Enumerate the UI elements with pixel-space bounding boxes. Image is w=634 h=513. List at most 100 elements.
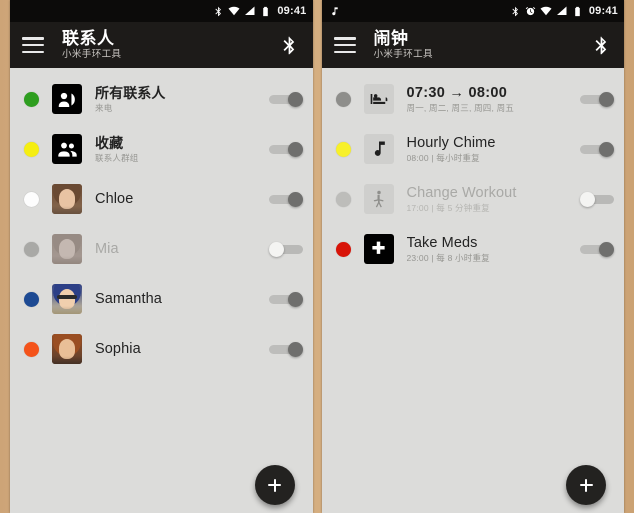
toggle-knob	[287, 191, 303, 207]
plus-icon-vertical	[273, 478, 276, 492]
list-item-title: Change Workout	[406, 185, 517, 201]
list-item-texts: Sophia	[95, 340, 261, 358]
list-item-texts: 07:30 → 08:00 周一, 周二, 周三, 周四, 周五	[407, 84, 573, 114]
page-subtitle: 小米手环工具	[62, 49, 122, 60]
status-bar-clock: 09:41	[588, 5, 618, 17]
contacts-phone-panel: 09:41 联系人 小米手环工具 所有联系人 来电 收藏 联系人群组 Chloe Mia Sama…	[10, 0, 313, 513]
list-item-texts: Take Meds 23:00 | 每 8 小时重复	[407, 234, 573, 264]
list-item-toggle[interactable]	[580, 91, 614, 107]
list-item-texts: Chloe	[95, 190, 261, 208]
list-item-texts: Mia	[95, 240, 261, 258]
avatar	[52, 234, 82, 264]
list-container: 所有联系人 来电收藏 联系人群组 Chloe Mia Samantha Sophia	[10, 68, 313, 513]
center-frame-divider	[313, 0, 322, 513]
status-dot	[24, 141, 39, 157]
list-item-title: Sophia	[95, 341, 141, 357]
list-item-subtitle: 联系人群组	[95, 153, 139, 163]
list-item-title: Chloe	[95, 191, 134, 207]
list-item-texts: Hourly Chime 08:00 | 每小时重复	[407, 134, 573, 164]
list-item-toggle[interactable]	[268, 191, 303, 207]
list-item-toggle[interactable]	[580, 241, 614, 257]
status-dot	[24, 91, 39, 107]
list-item-title: Mia	[95, 241, 119, 257]
signal-icon	[556, 5, 568, 17]
status-dot	[335, 141, 351, 157]
add-button[interactable]	[254, 465, 295, 505]
right-frame-edge	[624, 0, 634, 513]
list-container: 07:30 → 08:00 周一, 周二, 周三, 周四, 周五 Hourly Ch…	[321, 68, 625, 513]
plus-icon-vertical	[585, 478, 587, 492]
list-item-subtitle: 周一, 周二, 周三, 周四, 周五	[406, 103, 514, 113]
toggle-knob	[287, 91, 303, 107]
list-item-toggle[interactable]	[268, 141, 303, 157]
status-dot	[24, 291, 39, 307]
bluetooth-icon[interactable]	[277, 32, 303, 58]
hamburger-menu-icon[interactable]	[22, 37, 44, 53]
status-bar-left	[329, 6, 510, 17]
list-item-texts: 收藏 联系人群组	[95, 134, 261, 164]
status-bar-right: 09:41	[510, 5, 618, 17]
list-item-toggle[interactable]	[268, 91, 303, 107]
list-item-title: Take Meds	[406, 235, 478, 251]
battery-icon	[572, 6, 583, 17]
status-bar-clock: 09:41	[277, 5, 307, 17]
wifi-icon	[228, 5, 240, 17]
toggle-knob	[580, 191, 595, 207]
hamburger-menu-icon[interactable]	[333, 37, 356, 53]
list-item-toggle[interactable]	[580, 141, 614, 157]
list-item-title: Hourly Chime	[406, 135, 496, 151]
list-item-toggle[interactable]	[268, 291, 303, 307]
list-item[interactable]: Chloe	[10, 174, 313, 224]
bluetooth-icon	[213, 6, 224, 17]
dual-screenshot-stage: 09:41 联系人 小米手环工具 所有联系人 来电 收藏 联系人群组 Chloe Mia Sama…	[0, 0, 634, 513]
add-button[interactable]	[566, 465, 606, 505]
bed-icon	[363, 84, 394, 114]
status-bar: 09:41	[321, 0, 624, 22]
toggle-knob	[599, 241, 614, 257]
medical-cross-icon	[363, 234, 394, 264]
list-item[interactable]: Take Meds 23:00 | 每 8 小时重复	[322, 224, 625, 274]
list-item[interactable]: Change Workout 17:00 | 每 5 分钟重复	[322, 174, 625, 224]
list-item-toggle[interactable]	[268, 241, 303, 257]
favorites-group-icon	[52, 134, 82, 164]
status-dot	[335, 241, 351, 257]
toggle-knob	[287, 341, 303, 357]
app-bar-titles: 闹钟 小米手环工具	[374, 29, 589, 61]
list-item-subtitle: 23:00 | 每 8 小时重复	[406, 253, 490, 263]
status-dot	[24, 191, 39, 207]
list-item-title: 07:30 → 08:00	[406, 85, 508, 101]
avatar	[52, 334, 82, 364]
list-item-texts: Samantha	[95, 290, 261, 308]
list-item[interactable]: Samantha	[10, 274, 313, 324]
status-dot	[335, 91, 351, 107]
status-bar-right: 09:41	[213, 5, 306, 17]
app-bar: 闹钟 小米手环工具	[321, 22, 624, 68]
list-item-subtitle: 17:00 | 每 5 分钟重复	[406, 203, 490, 213]
avatar	[52, 184, 82, 214]
wifi-icon	[540, 5, 552, 17]
page-subtitle: 小米手环工具	[373, 49, 433, 60]
bluetooth-icon	[510, 6, 521, 17]
list-item[interactable]: 收藏 联系人群组	[10, 124, 313, 174]
left-frame-edge	[0, 0, 10, 513]
list-item-toggle[interactable]	[580, 191, 614, 207]
page-title: 联系人	[62, 29, 115, 48]
toggle-knob	[287, 291, 303, 307]
status-dot	[24, 241, 39, 257]
list-item[interactable]: 所有联系人 来电	[10, 74, 313, 124]
list-item[interactable]: Mia	[10, 224, 313, 274]
list-item-toggle[interactable]	[268, 341, 303, 357]
music-note-icon	[363, 134, 394, 164]
bluetooth-icon[interactable]	[588, 32, 614, 58]
status-dot	[24, 341, 39, 357]
list-item[interactable]: Sophia	[10, 324, 313, 374]
list-item-title: Samantha	[95, 291, 162, 307]
toggle-knob	[287, 141, 303, 157]
app-bar-titles: 联系人 小米手环工具	[62, 29, 277, 61]
list-item[interactable]: Hourly Chime 08:00 | 每小时重复	[322, 124, 625, 174]
app-bar: 联系人 小米手环工具	[10, 22, 313, 68]
toggle-knob	[599, 91, 614, 107]
workout-person-icon	[363, 184, 394, 214]
list-item-texts: Change Workout 17:00 | 每 5 分钟重复	[407, 184, 573, 214]
list-item[interactable]: 07:30 → 08:00 周一, 周二, 周三, 周四, 周五	[322, 74, 625, 124]
